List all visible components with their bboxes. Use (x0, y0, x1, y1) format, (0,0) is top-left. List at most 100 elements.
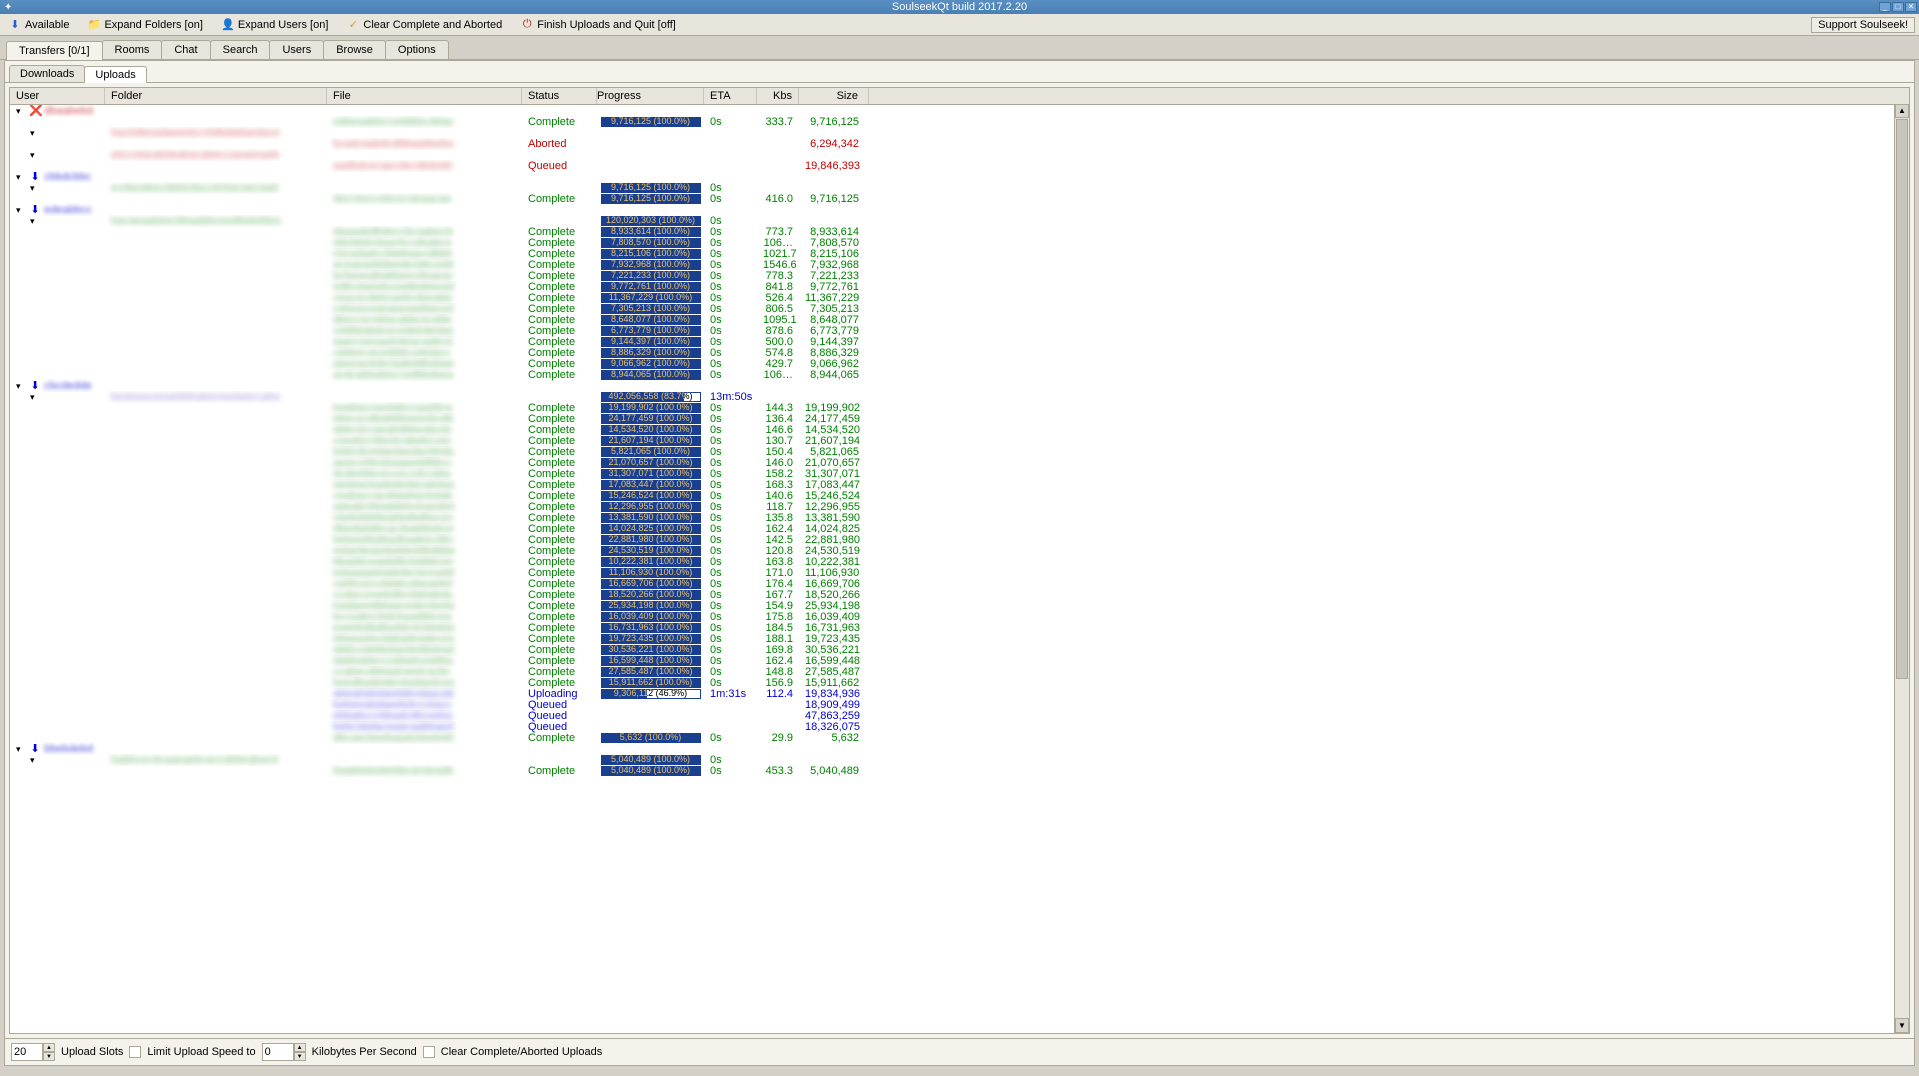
header-kbs[interactable]: Kbs (757, 88, 799, 104)
table-row[interactable]: ebececdbabbbeeeebcdbComplete24,177,459 (… (10, 413, 1909, 424)
header-status[interactable]: Status (522, 88, 597, 104)
table-row[interactable]: abeababdaedabcdaacabUploading9,306,112 (… (10, 688, 1909, 699)
tree-toggle-icon[interactable]: ▾ (16, 392, 30, 403)
table-row[interactable]: ▾ ⬇ cbcdedde (10, 380, 1909, 391)
table-row[interactable]: aaecceeaadcbeacaabcdComplete9,144,397 (1… (10, 336, 1909, 347)
table-row[interactable]: ddcbbdcdaacbccdeabceComplete7,808,570 (1… (10, 237, 1909, 248)
header-folder[interactable]: Folder (105, 88, 327, 104)
tab-browse[interactable]: Browse (323, 40, 386, 59)
table-row[interactable]: badaeedbbaacedecbedaComplete25,934,198 (… (10, 600, 1909, 611)
table-row[interactable]: bcadcaabdcdbbaadeebaAborted6,294,342 (10, 138, 1909, 149)
table-row[interactable]: bcbeeeababbeecdeaeacComplete7,221,233 (1… (10, 270, 1909, 281)
tab-chat[interactable]: Chat (161, 40, 210, 59)
table-row[interactable]: ▾ecdeeabecdebedaccdcbacaecaad9,716,125 (… (10, 182, 1909, 193)
table-row[interactable]: baabacceedabccaaddcaComplete19,199,902 (… (10, 402, 1909, 413)
table-row[interactable]: aadbdcecaecdecdbdcbbQueued19,846,393 (10, 160, 1909, 171)
table-row[interactable]: ceacecdebcaebcdeeabeComplete11,367,229 (… (10, 292, 1909, 303)
tab-users[interactable]: Users (269, 40, 324, 59)
table-row[interactable]: abeeacbdecbabddbddaeComplete9,066,962 (1… (10, 358, 1909, 369)
tree-toggle-icon[interactable]: ▾ (16, 128, 30, 139)
table-row[interactable]: ceeebccbbcbcabebcceeComplete21,607,194 (… (10, 435, 1909, 446)
header-eta[interactable]: ETA (704, 88, 757, 104)
table-row[interactable]: aeaccddcebaaeeddbbccComplete21,070,657 (… (10, 457, 1909, 468)
spin-up-icon[interactable]: ▲ (43, 1043, 55, 1052)
tree-toggle-icon[interactable]: ▾ (16, 150, 30, 161)
close-button[interactable]: ✕ (1905, 2, 1917, 12)
subtab-uploads[interactable]: Uploads (84, 66, 146, 83)
table-row[interactable]: cdeeaceaeaeeaaddacedComplete7,305,213 (1… (10, 303, 1909, 314)
table-row[interactable]: beedbadeddcdadaedceaComplete15,911,662 (… (10, 677, 1909, 688)
table-row[interactable]: bcceabccbdcbaadbbceaComplete16,039,409 (… (10, 611, 1909, 622)
table-row[interactable]: dbcaecbeebaadcbeebddComplete5,632 (100.0… (10, 732, 1909, 743)
tab-rooms[interactable]: Rooms (102, 40, 163, 59)
tree-toggle-icon[interactable]: ▾ (16, 106, 26, 117)
table-row[interactable]: dabbabbcccddadceddbaComplete16,599,448 (… (10, 655, 1909, 666)
table-row[interactable]: edaedeaedaddeddbdbbeComplete24,530,519 (… (10, 545, 1909, 556)
table-row[interactable]: cddeecacedddccebdaccComplete8,886,329 (1… (10, 347, 1909, 358)
table-row[interactable]: cebbceccddabcdaeaebdComplete16,669,706 (… (10, 578, 1909, 589)
header-file[interactable]: File (327, 88, 522, 104)
table-row[interactable]: dbedaddbcacdaabbebceComplete14,024,825 (… (10, 523, 1909, 534)
spin-up-icon[interactable]: ▲ (294, 1043, 306, 1052)
table-row[interactable]: eaebbdbdbaddcdcbbddaComplete16,731,963 (… (10, 622, 1909, 633)
maximize-button[interactable]: □ (1892, 2, 1904, 12)
table-row[interactable]: adeabcbbaddebcbaeebdComplete12,296,955 (… (10, 501, 1909, 512)
table-row[interactable]: ddaeeebcdabadeadeceaComplete19,723,435 (… (10, 633, 1909, 644)
table-row[interactable]: ccdacceaebdbcdababdaComplete18,520,266 (… (10, 589, 1909, 600)
table-row[interactable]: cbcadadccbbbbaecdbbbComplete8,215,106 (1… (10, 248, 1909, 259)
expand-folders-button[interactable]: 📁 Expand Folders [on] (83, 17, 206, 33)
tab-options[interactable]: Options (385, 40, 449, 59)
table-row[interactable]: ▾ ⬇ bbebdebd (10, 743, 1909, 754)
finish-quit-button[interactable]: ⏻ Finish Uploads and Quit [off] (516, 17, 680, 33)
table-row[interactable]: cddbbabdcecedebdedaeComplete6,773,779 (1… (10, 325, 1909, 336)
table-row[interactable]: ▾bedeeaceeaebbbabeceedadccaba492,056,558… (10, 391, 1909, 402)
table-row[interactable]: deccbeccebcecaeaacaaComplete9,716,125 (1… (10, 193, 1909, 204)
table-row[interactable]: ebbabcccbbadcdbceebaQueued47,863,259 (10, 710, 1909, 721)
tree-toggle-icon[interactable]: ▾ (16, 755, 30, 766)
table-row[interactable]: daaaabdbdeccbcaabecbComplete8,933,614 (1… (10, 226, 1909, 237)
scroll-down-button[interactable]: ▼ (1895, 1018, 1909, 1033)
table-row[interactable]: aeebacbadededacabdaaComplete17,083,447 (… (10, 479, 1909, 490)
table-row[interactable]: ▾babbcecdcaaeaebcaccabbeabacd5,040,489 (… (10, 754, 1909, 765)
tree-toggle-icon[interactable]: ▾ (16, 183, 30, 194)
vertical-scrollbar[interactable]: ▲ ▼ (1894, 103, 1909, 1033)
header-size[interactable]: Size (799, 88, 869, 104)
table-row[interactable]: baabbebddcbbcdcdeadbComplete5,040,489 (1… (10, 765, 1909, 776)
scroll-thumb[interactable] (1896, 119, 1908, 679)
spin-down-icon[interactable]: ▼ (43, 1052, 55, 1061)
table-row[interactable]: cbebddddeabbdbdbececComplete13,381,590 (… (10, 512, 1909, 523)
table-row[interactable]: bebeeabdaeebdcccbaccQueued18,909,499 (10, 699, 1909, 710)
available-button[interactable]: ⬇ Available (4, 17, 73, 33)
limit-speed-checkbox[interactable] (129, 1046, 141, 1058)
table-row[interactable]: dddccdebbdaededbebadComplete30,536,221 (… (10, 644, 1909, 655)
table-row[interactable]: ceabaccacddaebacbdabComplete15,246,524 (… (10, 490, 1909, 501)
tab-transfers-[interactable]: Transfers [0/1] (6, 41, 103, 60)
table-row[interactable]: bddcdcedaedaedacbbdaComplete5,821,065 (1… (10, 446, 1909, 457)
table-row[interactable]: bebeebbdbadbaabecdbcComplete22,881,980 (… (10, 534, 1909, 545)
table-row[interactable]: edaaaaebadedecbceaddComplete11,106,930 (… (10, 567, 1909, 578)
header-progress[interactable]: Progress (597, 88, 704, 104)
table-row[interactable]: edbcdaeebceadbabeeadComplete9,772,761 (1… (10, 281, 1909, 292)
minimize-button[interactable]: _ (1879, 2, 1891, 12)
clear-complete-checkbox[interactable] (423, 1046, 435, 1058)
clear-complete-button[interactable]: ✓ Clear Complete and Aborted (342, 17, 506, 33)
limit-speed-input[interactable] (262, 1043, 294, 1061)
table-row[interactable]: ▾ebccdaeabdeabacabeccaeaeeaeb (10, 149, 1909, 160)
table-row[interactable]: ▾ ⬇ cbbdcbbc (10, 171, 1909, 182)
table-row[interactable]: ccabecdbbadceedcacbcComplete27,585,487 (… (10, 666, 1909, 677)
upload-slots-spinner[interactable]: ▲▼ (11, 1043, 55, 1061)
table-row[interactable]: acdcabbabeccedbbdeeaComplete8,944,065 (1… (10, 369, 1909, 380)
scroll-up-button[interactable]: ▲ (1895, 103, 1909, 118)
table-row[interactable]: bebcdadaceaacaabbaedQueued18,326,075 (10, 721, 1909, 732)
limit-speed-spinner[interactable]: ▲▼ (262, 1043, 306, 1061)
table-row[interactable]: ▾bacaeaabeecbbaabbceedbebddea120,020,303… (10, 215, 1909, 226)
subtab-downloads[interactable]: Downloads (9, 65, 85, 82)
upload-slots-input[interactable] (11, 1043, 43, 1061)
table-row[interactable]: ▾ ⬇ edeabbcc (10, 204, 1909, 215)
support-button[interactable]: Support Soulseek! (1811, 17, 1915, 33)
table-row[interactable]: ▾ ❌ dbaabebd (10, 105, 1909, 116)
tree-toggle-icon[interactable]: ▾ (16, 216, 30, 227)
table-row[interactable]: ▾bacbdbeadaeeebccbdbdddaedace (10, 127, 1909, 138)
tab-search[interactable]: Search (210, 40, 271, 59)
table-row[interactable]: dbeccecddacabbcecddeComplete8,648,077 (1… (10, 314, 1909, 325)
